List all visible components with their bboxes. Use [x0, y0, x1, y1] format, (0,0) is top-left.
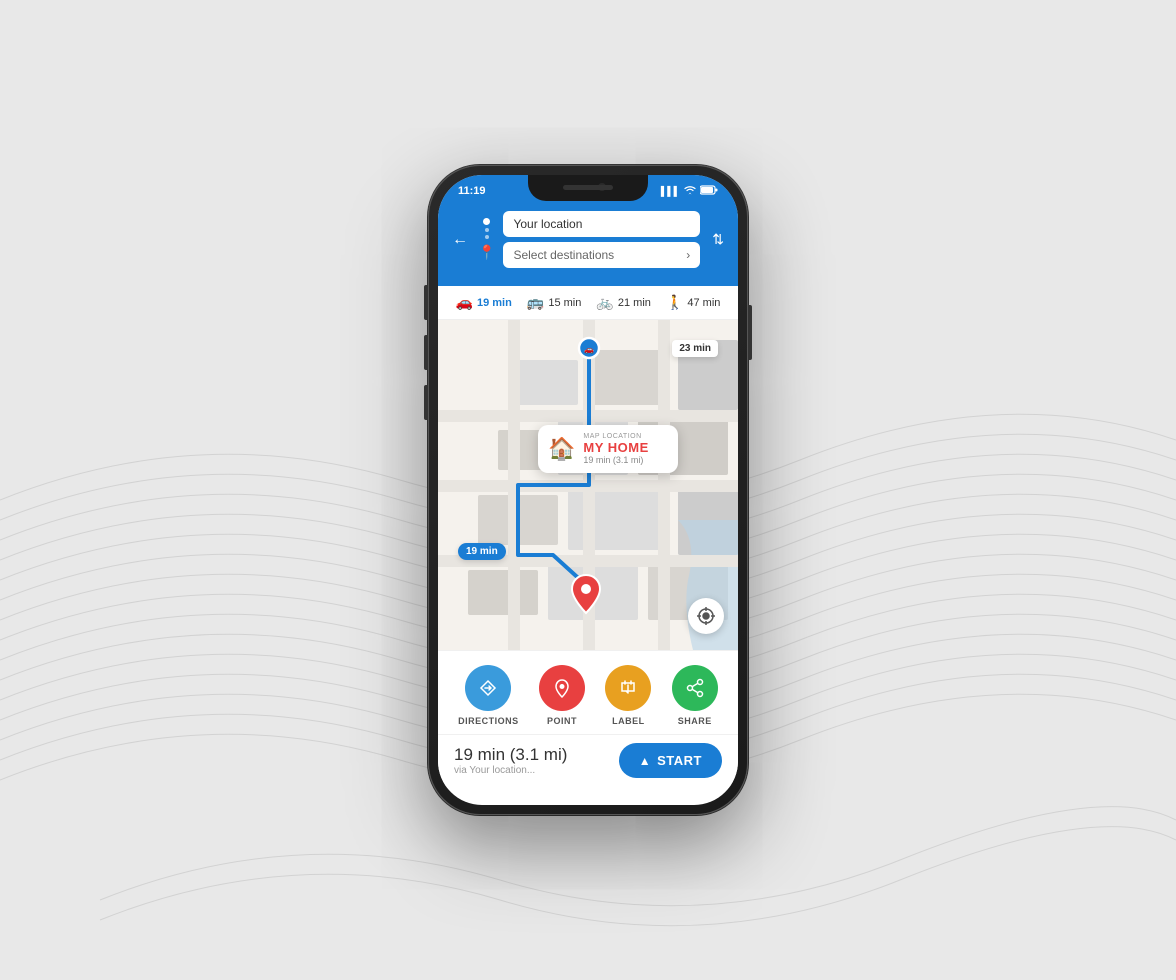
transport-walk[interactable]: 🚶 47 min	[666, 294, 720, 311]
share-label: SHARE	[678, 716, 712, 726]
back-button[interactable]: ←	[452, 231, 468, 249]
battery-icon	[700, 185, 718, 197]
point-icon-circle	[539, 665, 585, 711]
bus-time: 15 min	[548, 297, 581, 309]
signal-icon: ▌▌▌	[661, 186, 680, 196]
label-icon-circle	[605, 665, 651, 711]
trip-info: 19 min (3.1 mi) via Your location...	[454, 745, 567, 776]
notch	[528, 175, 648, 201]
origin-dot	[483, 218, 490, 225]
trip-via: via Your location...	[454, 765, 567, 776]
phone-screen: 11:19 ▌▌▌	[438, 175, 738, 805]
nav-inputs: Your location Select destinations ›	[503, 211, 700, 268]
chevron-right-icon: ›	[686, 248, 690, 262]
trip-distance: (3.1 mi)	[510, 745, 568, 764]
trip-time: 19 min (3.1 mi)	[454, 745, 567, 765]
mid-dot2	[485, 235, 489, 239]
point-label: POINT	[547, 716, 577, 726]
map-area[interactable]: 🚗 23 min 19 min 🏠	[438, 320, 738, 650]
directions-label: DIRECTIONS	[458, 716, 519, 726]
nav-row: ← 📍 Your location Select destinations	[452, 211, 724, 268]
bus-icon: 🚌	[527, 294, 544, 311]
gps-button[interactable]	[688, 598, 724, 634]
popup-title: MY HOME	[583, 440, 648, 455]
start-icon: ▲	[639, 754, 651, 768]
directions-action[interactable]: DIRECTIONS	[458, 665, 519, 726]
directions-icon-circle	[465, 665, 511, 711]
popup-label: MAP LOCATION	[583, 433, 648, 440]
nav-header: ← 📍 Your location Select destinations	[438, 203, 738, 286]
action-bar: DIRECTIONS POINT	[438, 650, 738, 734]
wifi-icon	[684, 185, 696, 197]
phone-shell: 11:19 ▌▌▌	[428, 165, 748, 815]
car-icon: 🚗	[456, 294, 473, 311]
notch-bar	[563, 185, 613, 190]
svg-text:🚗: 🚗	[584, 345, 594, 354]
popup-subtitle: 19 min (3.1 mi)	[583, 455, 648, 465]
popup-text: MAP LOCATION MY HOME 19 min (3.1 mi)	[583, 433, 648, 465]
phone-mockup: 11:19 ▌▌▌	[428, 165, 748, 815]
label-label: LABEL	[612, 716, 645, 726]
walk-time: 47 min	[687, 297, 720, 309]
home-icon: 🏠	[548, 436, 575, 462]
status-time: 11:19	[458, 185, 486, 197]
mid-dot	[485, 228, 489, 232]
share-icon-circle	[672, 665, 718, 711]
map-location-popup[interactable]: 🏠 MAP LOCATION MY HOME 19 min (3.1 mi)	[538, 425, 678, 473]
label-action[interactable]: LABEL	[605, 665, 651, 726]
transport-car[interactable]: 🚗 19 min	[456, 294, 512, 311]
start-button[interactable]: ▲ START	[619, 743, 722, 778]
destination-pin-icon: 📍	[478, 244, 495, 261]
bottom-bar: 19 min (3.1 mi) via Your location... ▲ S…	[438, 734, 738, 788]
map-time-bottom: 19 min	[458, 543, 506, 560]
swap-button[interactable]: ⇅	[712, 231, 724, 248]
bike-time: 21 min	[618, 297, 651, 309]
map-time-top: 23 min	[672, 340, 718, 357]
route-dots: 📍	[478, 218, 495, 261]
destination-input[interactable]: Select destinations ›	[503, 242, 700, 268]
point-action[interactable]: POINT	[539, 665, 585, 726]
transport-bar: 🚗 19 min 🚌 15 min 🚲 21 min 🚶 47 min	[438, 286, 738, 320]
transport-bus[interactable]: 🚌 15 min	[527, 294, 581, 311]
share-action[interactable]: SHARE	[672, 665, 718, 726]
status-icons: ▌▌▌	[661, 185, 718, 197]
car-time: 19 min	[477, 297, 512, 309]
location-input[interactable]: Your location	[503, 211, 700, 237]
bike-icon: 🚲	[596, 294, 613, 311]
transport-bike[interactable]: 🚲 21 min	[596, 294, 650, 311]
walk-icon: 🚶	[666, 294, 683, 311]
